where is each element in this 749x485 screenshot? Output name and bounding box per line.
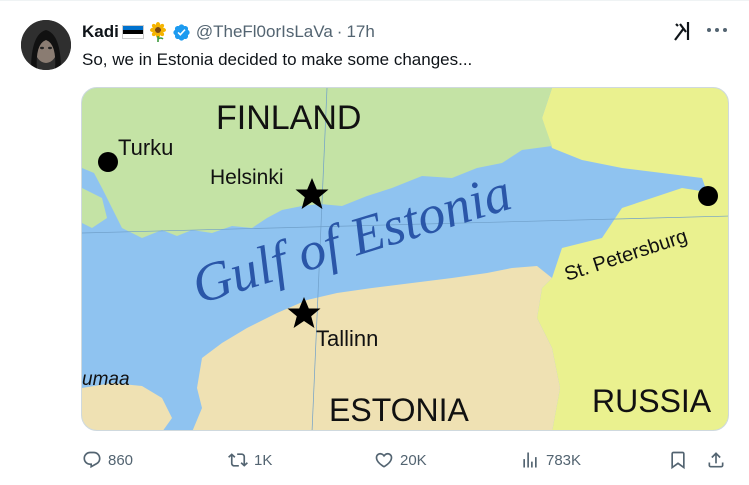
separator-dot: · — [336, 22, 343, 41]
repost-count: 1K — [254, 451, 273, 469]
share-button[interactable] — [706, 446, 726, 474]
avatar[interactable] — [21, 20, 71, 70]
like-button[interactable]: 20K — [374, 446, 427, 474]
estonian-flag-icon — [121, 25, 144, 39]
like-count: 20K — [400, 451, 427, 469]
reply-count: 860 — [108, 451, 134, 469]
divider — [0, 0, 749, 1]
label-turku: Turku — [118, 135, 173, 160]
label-russia: RUSSIA — [592, 383, 712, 419]
heart-icon — [375, 452, 393, 468]
grok-icon[interactable] — [672, 20, 694, 42]
tweet-header: Kadi @TheFl0orIsLaVa · 17h — [82, 20, 375, 44]
label-tallinn: Tallinn — [316, 326, 378, 351]
timestamp[interactable]: 17h — [346, 22, 374, 42]
gulf-map: FINLAND Turku Helsinki Gulf of Estonia S… — [82, 88, 728, 430]
label-umaa: umaa — [82, 369, 130, 390]
more-options-icon[interactable] — [704, 18, 730, 42]
reply-icon — [83, 451, 101, 469]
reply-button[interactable]: 860 — [82, 446, 133, 474]
repost-icon — [228, 453, 248, 467]
label-estonia: ESTONIA — [329, 392, 470, 428]
tweet[interactable]: Kadi @TheFl0orIsLaVa · 17h So, we in Est… — [0, 0, 749, 485]
tweet-image[interactable]: FINLAND Turku Helsinki Gulf of Estonia S… — [81, 87, 729, 431]
label-helsinki: Helsinki — [210, 166, 284, 189]
sunflower-icon — [148, 22, 168, 42]
st-petersburg-marker — [698, 186, 718, 206]
views-count: 783K — [546, 451, 582, 469]
share-icon — [708, 452, 724, 468]
bookmark-icon — [671, 451, 685, 470]
author-name[interactable]: Kadi — [82, 22, 119, 42]
label-finland: FINLAND — [216, 99, 361, 137]
turku-marker — [98, 152, 118, 172]
repost-button[interactable]: 1K — [228, 446, 272, 474]
tweet-text: So, we in Estonia decided to make some c… — [82, 50, 473, 69]
bookmark-button[interactable] — [668, 446, 688, 474]
views-chart-icon — [523, 452, 537, 468]
verified-badge-icon — [172, 23, 191, 42]
action-bar: 860 1K 20K 783K — [82, 446, 734, 474]
views-button[interactable]: 783K — [520, 446, 581, 474]
author-handle[interactable]: @TheFl0orIsLaVa — [196, 22, 333, 42]
